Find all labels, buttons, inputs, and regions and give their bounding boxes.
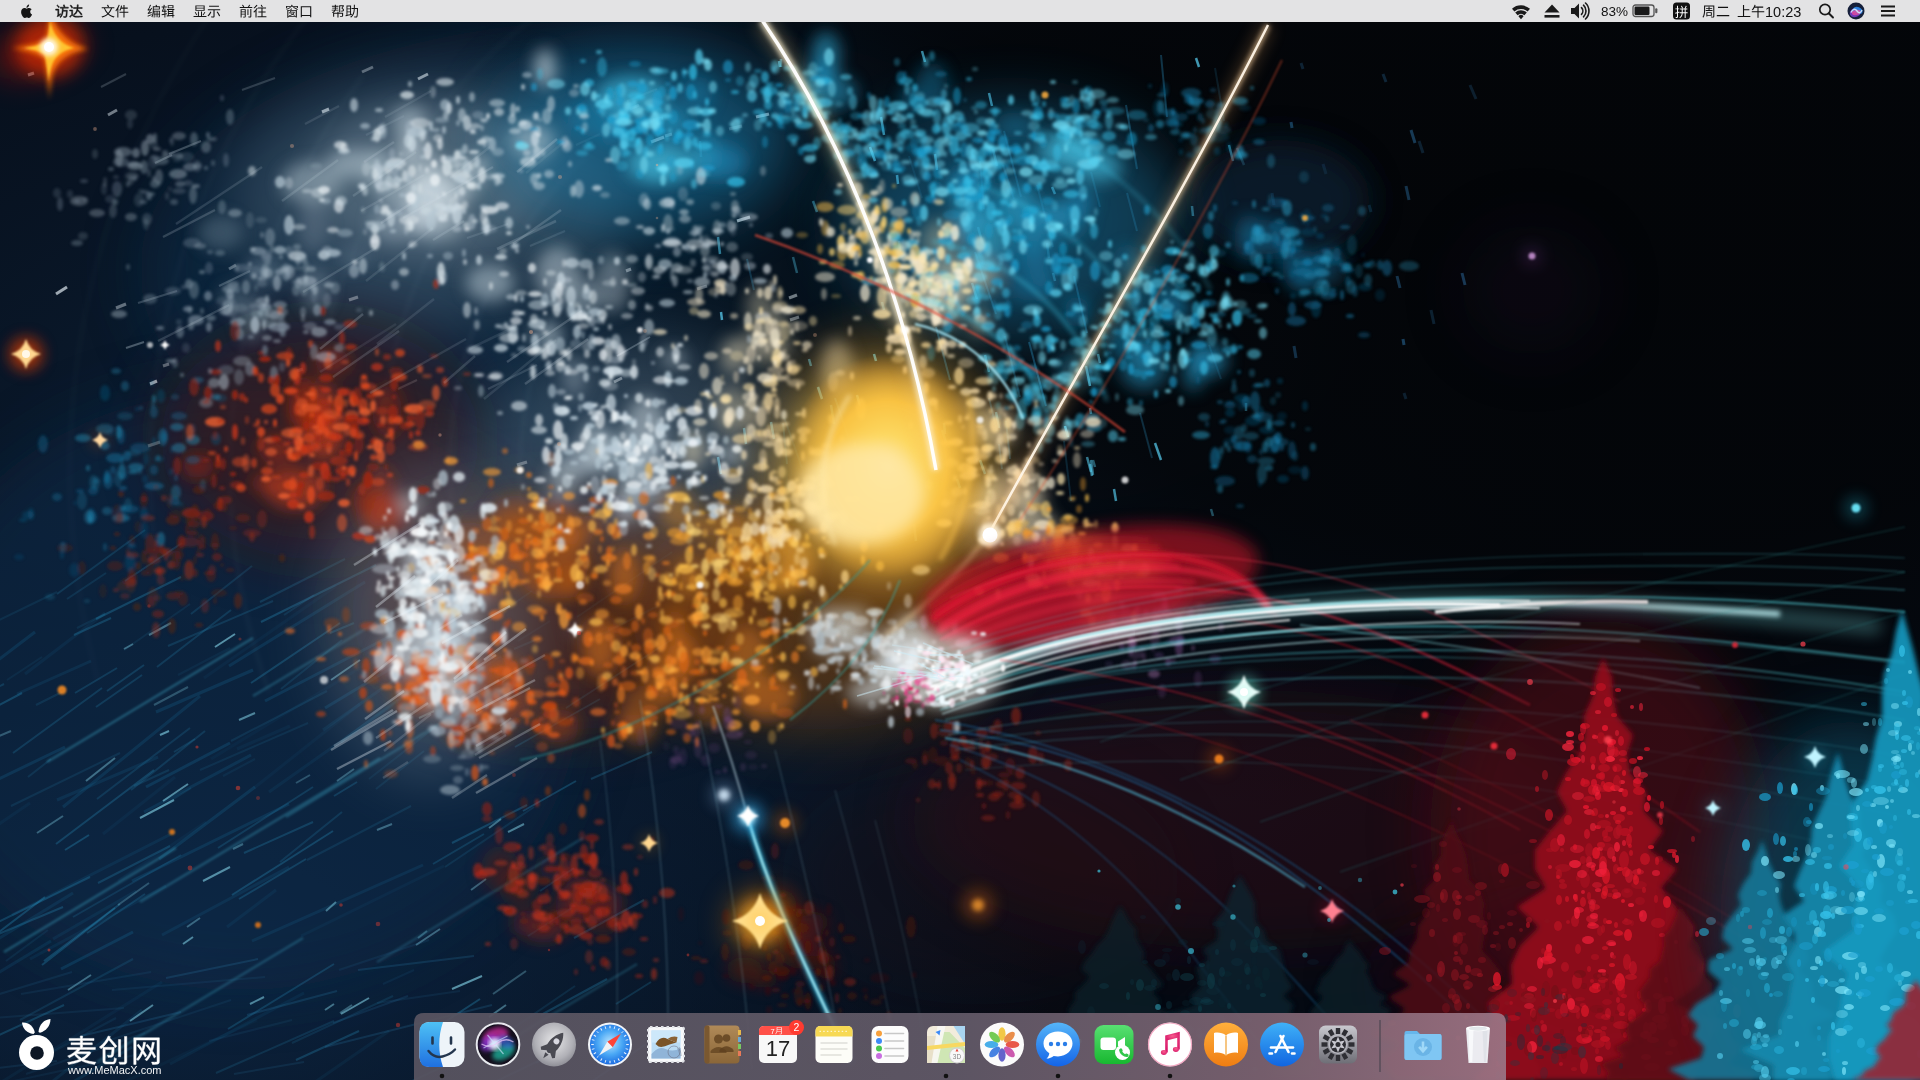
- svg-text:17: 17: [766, 1036, 790, 1061]
- svg-text:2: 2: [794, 1021, 800, 1033]
- svg-text:83%: 83%: [1601, 4, 1628, 19]
- svg-text:10:23: 10:23: [1765, 4, 1801, 20]
- svg-text:7: 7: [771, 1027, 775, 1036]
- svg-text:3D: 3D: [953, 1053, 962, 1060]
